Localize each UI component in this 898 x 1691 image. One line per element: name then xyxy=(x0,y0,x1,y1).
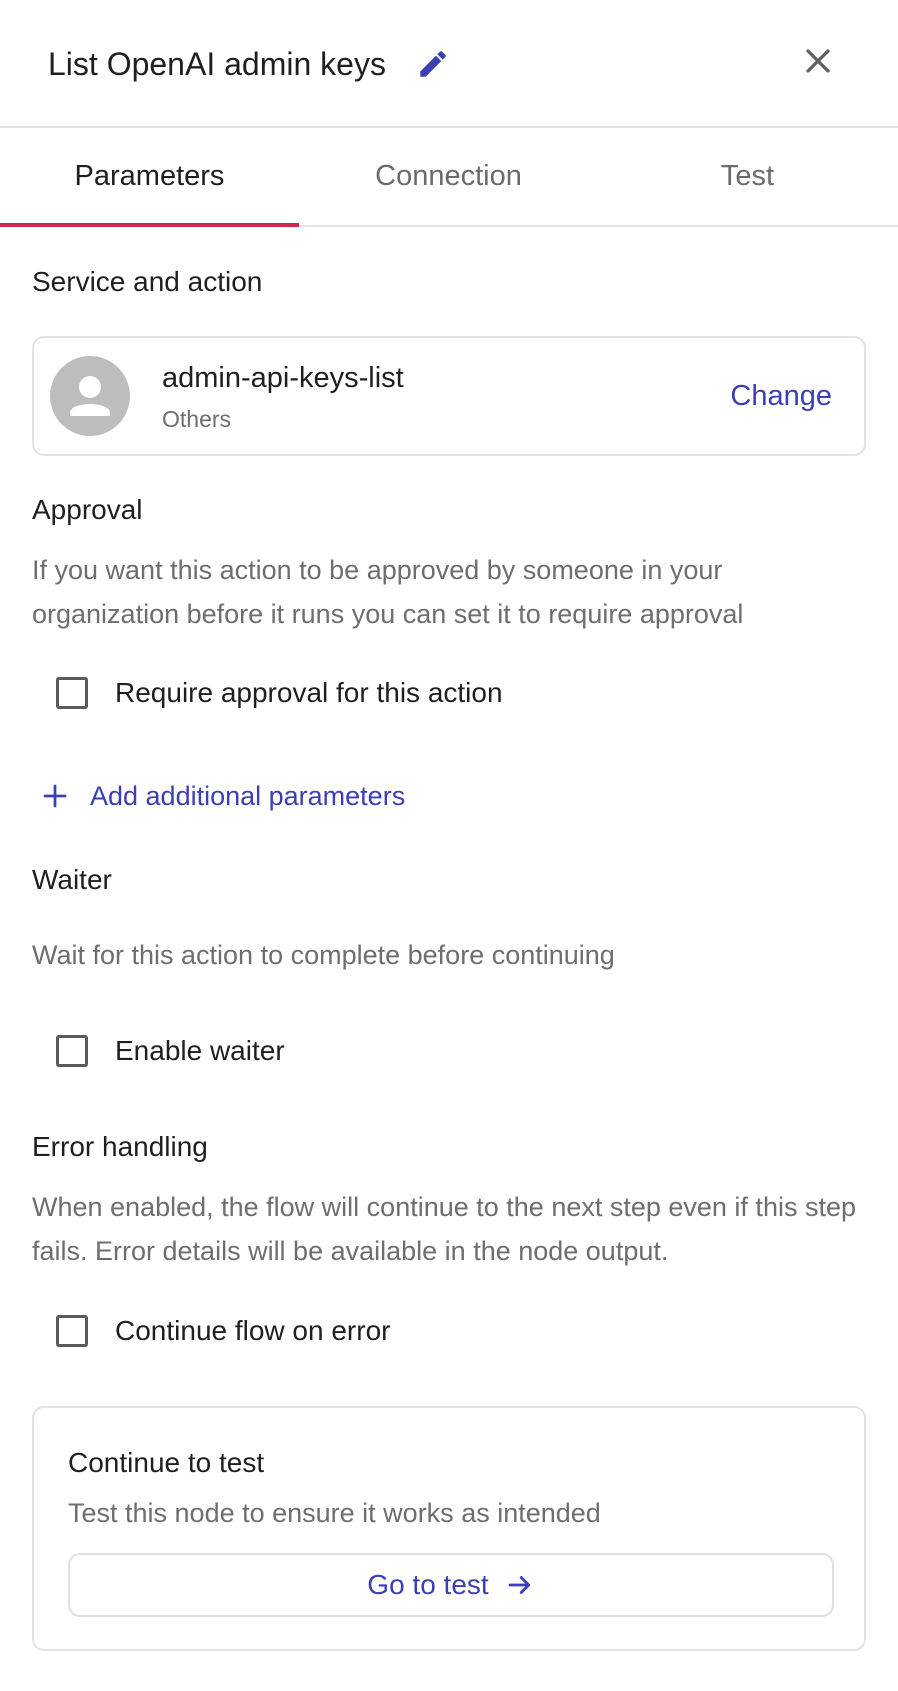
panel-header: List OpenAI admin keys xyxy=(0,0,898,128)
checkbox-box[interactable] xyxy=(56,1035,88,1067)
service-card: admin-api-keys-list Others Change xyxy=(32,336,866,456)
tab-test[interactable]: Test xyxy=(598,128,897,225)
require-approval-checkbox[interactable]: Require approval for this action xyxy=(56,676,503,710)
tab-connection[interactable]: Connection xyxy=(299,128,598,225)
arrow-right-icon xyxy=(505,1570,535,1600)
add-parameters-button[interactable]: Add additional parameters xyxy=(40,779,405,813)
tab-bar: Parameters Connection Test xyxy=(0,128,898,227)
test-card-description: Test this node to ensure it works as int… xyxy=(68,1498,601,1528)
service-section-title: Service and action xyxy=(32,266,263,297)
test-card-title: Continue to test xyxy=(68,1447,265,1478)
service-action-name: admin-api-keys-list xyxy=(162,362,404,394)
enable-waiter-label: Enable waiter xyxy=(115,1035,285,1066)
change-button[interactable]: Change xyxy=(730,378,832,414)
node-title: List OpenAI admin keys xyxy=(48,46,386,82)
require-approval-label: Require approval for this action xyxy=(115,677,503,708)
go-to-test-label: Go to test xyxy=(367,1569,489,1600)
add-parameters-label: Add additional parameters xyxy=(90,781,406,811)
plus-icon xyxy=(40,781,70,811)
waiter-title: Waiter xyxy=(32,864,112,895)
error-handling-title: Error handling xyxy=(32,1131,208,1162)
continue-to-test-card: Continue to test Test this node to ensur… xyxy=(32,1406,866,1651)
go-to-test-button[interactable]: Go to test xyxy=(68,1553,834,1617)
continue-on-error-label: Continue flow on error xyxy=(115,1315,391,1346)
pencil-icon[interactable] xyxy=(416,47,450,81)
continue-on-error-checkbox[interactable]: Continue flow on error xyxy=(56,1314,390,1348)
approval-title: Approval xyxy=(32,494,143,525)
service-category: Others xyxy=(162,406,232,432)
tab-parameters[interactable]: Parameters xyxy=(0,128,299,227)
enable-waiter-checkbox[interactable]: Enable waiter xyxy=(56,1034,285,1068)
close-button[interactable] xyxy=(797,42,839,84)
person-icon xyxy=(50,356,130,436)
approval-description: If you want this action to be approved b… xyxy=(32,555,744,629)
checkbox-box[interactable] xyxy=(56,1315,88,1347)
error-handling-description: When enabled, the flow will continue to … xyxy=(32,1192,856,1266)
close-icon xyxy=(803,46,833,81)
waiter-description: Wait for this action to complete before … xyxy=(32,940,615,970)
checkbox-box[interactable] xyxy=(56,677,88,709)
node-settings-panel: List OpenAI admin keys Parameters Connec… xyxy=(0,0,898,1691)
